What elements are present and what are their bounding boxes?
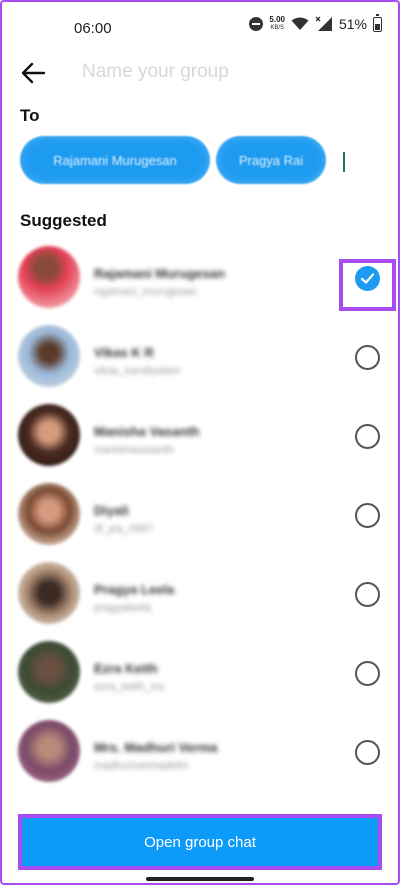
contact-handle: manishavasanth xyxy=(94,444,175,456)
network-speed-unit: KB/S xyxy=(270,25,285,31)
list-item[interactable]: Mrs. Madhuri Verma madhurivermadelhi xyxy=(0,714,400,793)
suggested-label: Suggested xyxy=(20,211,107,230)
select-checkbox[interactable] xyxy=(355,503,380,528)
avatar xyxy=(18,483,80,545)
list-item[interactable]: Diyali dl_yia_0987 xyxy=(0,477,400,556)
network-speed-value: 5.00 xyxy=(269,15,285,24)
select-checkbox[interactable] xyxy=(355,345,380,370)
select-checkbox[interactable] xyxy=(355,661,380,686)
cta-highlight: Open group chat xyxy=(18,814,382,870)
list-item[interactable]: Pragya Leela pragyaleela xyxy=(0,556,400,635)
status-bar: 06:00 5.00 KB/S 51% xyxy=(0,0,400,56)
avatar xyxy=(18,720,80,782)
home-indicator xyxy=(146,877,254,881)
open-group-chat-button[interactable]: Open group chat xyxy=(22,818,378,866)
do-not-disturb-icon xyxy=(249,17,264,31)
avatar xyxy=(18,404,80,466)
list-item[interactable]: Vikas K R vikas_kandiyalam xyxy=(0,319,400,398)
contact-name: Manisha Vasanth xyxy=(94,424,200,439)
contact-handle: ezra_keith_inc xyxy=(94,681,165,693)
contact-name: Ezra Keith xyxy=(94,661,158,676)
avatar xyxy=(18,562,80,624)
network-speed: 5.00 KB/S xyxy=(269,16,285,32)
avatar xyxy=(18,246,80,308)
select-checkbox[interactable] xyxy=(355,424,380,449)
battery-percentage: 51% xyxy=(338,16,367,32)
contact-handle: pragyaleela xyxy=(94,602,151,614)
recipient-chips: Rajamani Murugesan Pragya Rai xyxy=(20,136,326,184)
contact-name: Rajamani Murugesan xyxy=(94,266,225,281)
battery-icon xyxy=(373,13,382,32)
recipient-chip[interactable]: Rajamani Murugesan xyxy=(20,136,210,184)
select-checkbox[interactable] xyxy=(355,740,380,765)
list-item[interactable]: Rajamani Murugesan rajamani_murugesan xyxy=(0,240,400,319)
signal-icon xyxy=(315,16,332,31)
arrow-left-icon xyxy=(21,62,46,84)
recipient-chip[interactable]: Pragya Rai xyxy=(216,136,326,184)
text-cursor xyxy=(343,152,345,172)
contact-name: Diyali xyxy=(94,503,129,518)
contact-name: Vikas K R xyxy=(94,345,154,360)
group-name-input[interactable] xyxy=(82,56,362,88)
avatar xyxy=(18,325,80,387)
status-icons: 5.00 KB/S 51% xyxy=(249,13,382,32)
contact-handle: dl_yia_0987 xyxy=(94,523,154,535)
back-button[interactable] xyxy=(18,58,48,88)
contact-handle: madhurivermadelhi xyxy=(94,760,188,772)
check-icon xyxy=(360,273,375,284)
contact-name: Pragya Leela xyxy=(94,582,175,597)
list-item[interactable]: Manisha Vasanth manishavasanth xyxy=(0,398,400,477)
select-checkbox[interactable] xyxy=(355,582,380,607)
contact-name: Mrs. Madhuri Verma xyxy=(94,740,218,755)
status-time: 06:00 xyxy=(74,20,112,37)
contact-handle: rajamani_murugesan xyxy=(94,286,198,298)
wifi-icon xyxy=(291,17,309,30)
contact-handle: vikas_kandiyalam xyxy=(94,365,181,377)
to-label: To xyxy=(20,106,40,125)
list-item[interactable]: Ezra Keith ezra_keith_inc xyxy=(0,635,400,714)
avatar xyxy=(18,641,80,703)
suggested-list: Rajamani Murugesan rajamani_murugesan Vi… xyxy=(0,240,400,793)
select-checkbox[interactable] xyxy=(355,266,380,291)
